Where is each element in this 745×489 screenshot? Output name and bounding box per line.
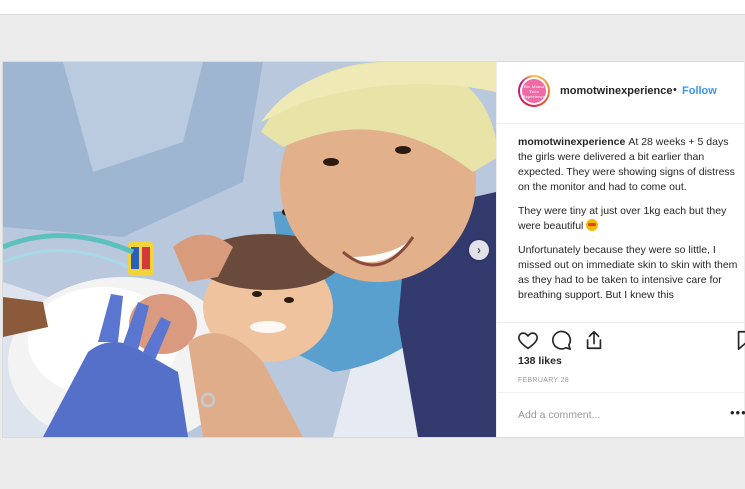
- avatar-text: the Momo Twin Experience: [522, 83, 546, 99]
- header-separator: •: [673, 84, 677, 96]
- post-caption: momotwinexperience At 28 weeks + 5 days t…: [518, 135, 740, 318]
- top-navigation-bar: [0, 0, 745, 15]
- heart-icon[interactable]: [517, 329, 539, 351]
- caption-username[interactable]: momotwinexperience: [518, 136, 625, 148]
- post-header: the Momo Twin Experience momotwinexperie…: [497, 62, 744, 124]
- post-date[interactable]: FEBRUARY 28: [518, 377, 569, 384]
- instagram-post-modal: › the Momo Twin Experience momotwinexper…: [2, 61, 745, 438]
- comment-input[interactable]: [518, 407, 698, 423]
- avatar[interactable]: the Momo Twin Experience: [520, 77, 548, 105]
- caption-text: They were tiny at just over 1kg each but…: [518, 205, 727, 232]
- comment-bar: •••: [497, 392, 745, 438]
- share-icon[interactable]: [583, 329, 605, 351]
- avatar-story-ring[interactable]: the Momo Twin Experience: [518, 75, 550, 107]
- caption-paragraph: They were tiny at just over 1kg each but…: [518, 204, 740, 234]
- post-photo-illustration: [3, 62, 496, 437]
- caption-text: Unfortunately because they were so littl…: [518, 244, 738, 301]
- comment-icon[interactable]: [550, 329, 572, 351]
- follow-button[interactable]: Follow: [682, 85, 717, 97]
- avatar-logo: the Momo Twin Experience: [522, 79, 546, 103]
- post-photo[interactable]: ›: [3, 62, 496, 437]
- post-actions-bar: [497, 322, 745, 353]
- post-side-panel: the Momo Twin Experience momotwinexperie…: [496, 62, 745, 438]
- more-options-button[interactable]: •••: [730, 405, 745, 420]
- likes-count[interactable]: 138 likes: [518, 355, 562, 367]
- caption-paragraph: Unfortunately because they were so littl…: [518, 243, 740, 303]
- star-struck-emoji-icon: [586, 219, 599, 231]
- caption-paragraph: momotwinexperience At 28 weeks + 5 days t…: [518, 135, 740, 195]
- carousel-next-button[interactable]: ›: [469, 240, 489, 260]
- post-username[interactable]: momotwinexperience: [560, 85, 672, 97]
- bookmark-icon[interactable]: [734, 329, 745, 351]
